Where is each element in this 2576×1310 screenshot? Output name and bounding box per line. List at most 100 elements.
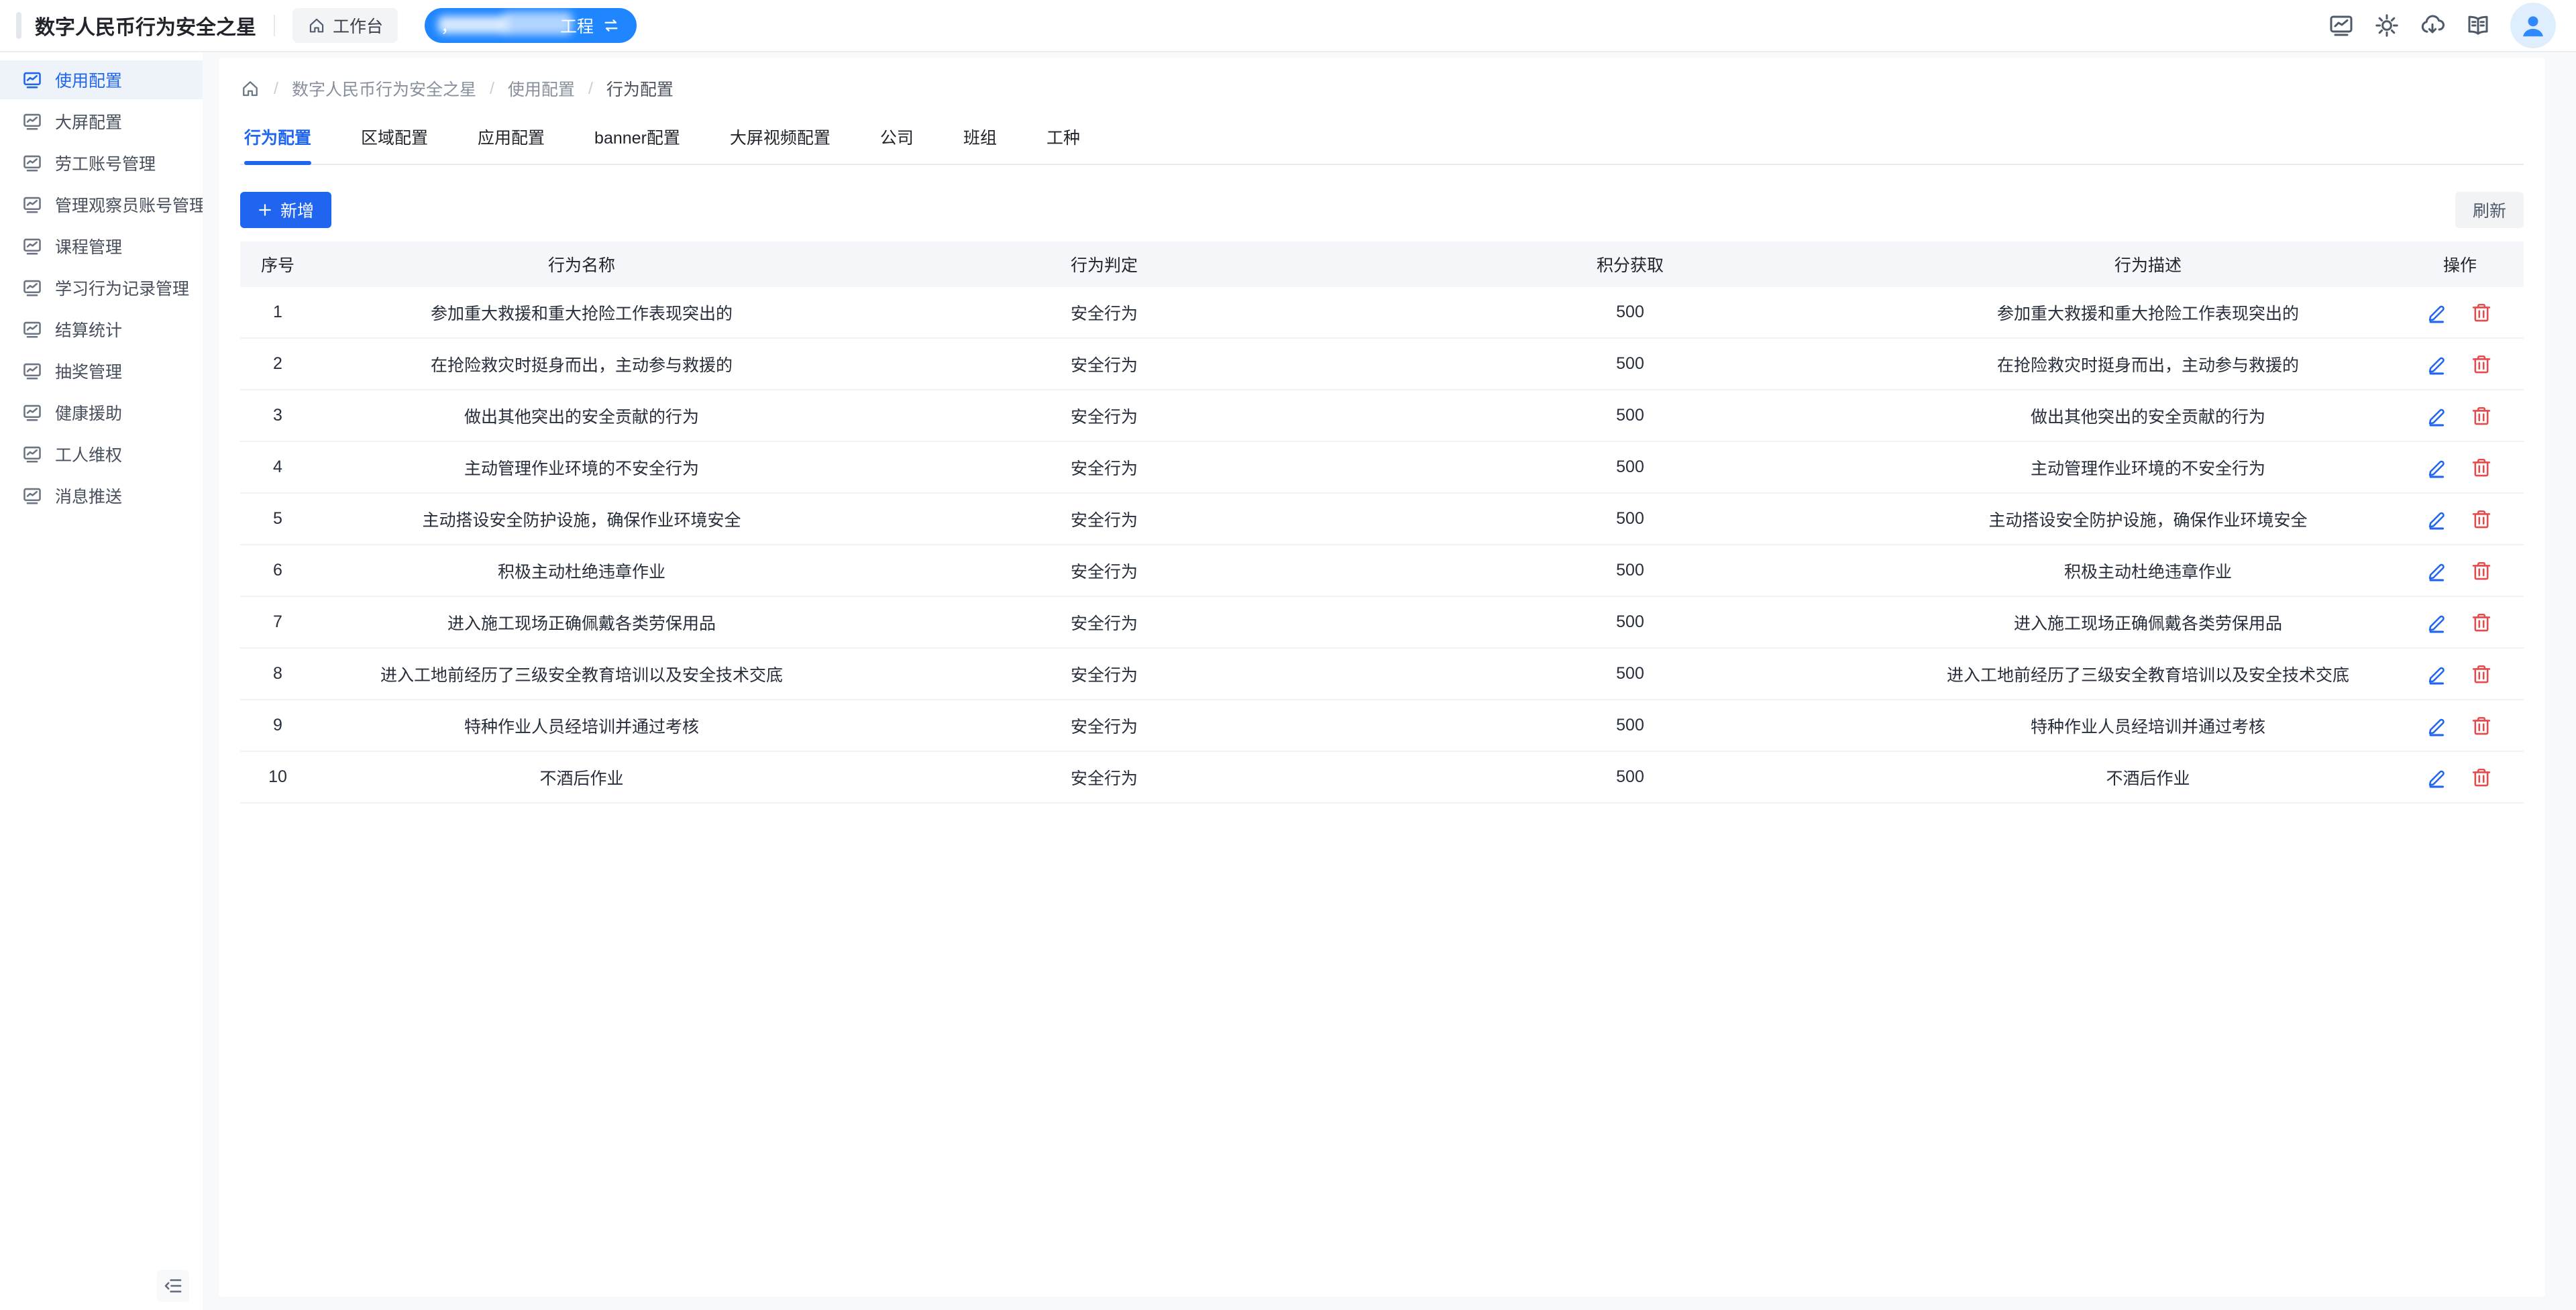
main-area: 使用配置 大屏配置 劳工账号管理 管理观察员账号管理 [0,52,2576,1310]
delete-icon[interactable] [2470,508,2493,531]
cell-seq: 5 [240,509,315,529]
project-name-suffix: 工程 [560,13,594,38]
home-icon[interactable] [240,78,260,99]
cell-judgment: 安全行为 [848,352,1360,376]
tab[interactable]: 区域配置 [361,125,428,164]
sidebar-item[interactable]: 消息推送 [0,476,203,515]
cell-description: 做出其他突出的安全贡献的行为 [1900,404,2396,428]
cell-points: 500 [1360,354,1900,374]
edit-icon[interactable] [2427,611,2450,634]
sidebar-item-label: 抽奖管理 [55,359,122,383]
cell-judgment: 安全行为 [848,662,1360,686]
edit-icon[interactable] [2427,663,2450,686]
delete-icon[interactable] [2470,301,2493,324]
cell-judgment: 安全行为 [848,404,1360,428]
content-card: / 数字人民币行为安全之星 / 使用配置 / 行为配置 行为配置 区域配置 应用… [219,58,2545,1297]
sidebar-item[interactable]: 劳工账号管理 [0,144,203,182]
table-row: 7 进入施工现场正确佩戴各类劳保用品 安全行为 500 进入施工现场正确佩戴各类… [240,597,2524,649]
cell-seq: 7 [240,612,315,632]
cell-behavior-name: 参加重大救援和重大抢险工作表现突出的 [315,301,848,325]
delete-icon[interactable] [2470,456,2493,479]
cloud-download-icon[interactable] [2419,12,2446,39]
plus-icon [258,203,272,217]
swap-icon [602,16,621,35]
delete-icon[interactable] [2470,404,2493,427]
cell-actions [2396,353,2524,376]
edit-icon[interactable] [2427,301,2450,324]
logo-placeholder [16,12,21,39]
sidebar-item[interactable]: 结算统计 [0,310,203,349]
edit-icon[interactable] [2427,456,2450,479]
tab[interactable]: 工种 [1046,125,1080,164]
screen-icon [21,235,43,257]
cell-points: 500 [1360,303,1900,322]
delete-icon[interactable] [2470,559,2493,582]
tab[interactable]: 大屏视频配置 [730,125,830,164]
breadcrumb: / 数字人民币行为安全之星 / 使用配置 / 行为配置 [240,74,2524,103]
workbench-button[interactable]: 工作台 [292,8,398,43]
project-prefix: ， [441,13,458,38]
cell-actions [2396,301,2524,324]
table-row: 2 在抢险救灾时挺身而出，主动参与救援的 安全行为 500 在抢险救灾时挺身而出… [240,339,2524,390]
edit-icon[interactable] [2427,508,2450,531]
delete-icon[interactable] [2470,611,2493,634]
sidebar-collapse-button[interactable] [157,1270,189,1302]
table-row: 6 积极主动杜绝违章作业 安全行为 500 积极主动杜绝违章作业 [240,545,2524,597]
breadcrumb-item[interactable]: 使用配置 [508,76,575,101]
tab[interactable]: 行为配置 [244,125,311,164]
add-button[interactable]: 新增 [240,192,331,228]
cell-behavior-name: 进入工地前经历了三级安全教育培训以及安全技术交底 [315,662,848,686]
cell-behavior-name: 主动搭设安全防护设施，确保作业环境安全 [315,507,848,531]
cell-actions [2396,663,2524,686]
sidebar-item[interactable]: 课程管理 [0,227,203,266]
project-switcher-pill[interactable]: ， 工程 [425,8,637,43]
screen-icon [21,69,43,91]
user-avatar[interactable] [2510,3,2556,48]
sidebar-item[interactable]: 大屏配置 [0,102,203,141]
sidebar-item[interactable]: 管理观察员账号管理 [0,185,203,224]
book-icon[interactable] [2465,12,2491,39]
sidebar-item[interactable]: 抽奖管理 [0,351,203,390]
cell-behavior-name: 特种作业人员经培训并通过考核 [315,714,848,738]
behavior-table: 序号 行为名称 行为判定 积分获取 行为描述 操作 1 参加重大救援和重大抢险工… [240,241,2524,804]
monitor-chart-icon[interactable] [2328,12,2355,39]
tab[interactable]: 应用配置 [478,125,545,164]
header-actions: 操作 [2396,252,2524,276]
table-row: 10 不酒后作业 安全行为 500 不酒后作业 [240,752,2524,804]
cell-behavior-name: 进入施工现场正确佩戴各类劳保用品 [315,610,848,635]
sidebar-item-label: 工人维权 [55,442,122,466]
cell-seq: 9 [240,716,315,735]
edit-icon[interactable] [2427,404,2450,427]
screen-icon [21,443,43,465]
cell-seq: 8 [240,664,315,684]
sidebar-item-label: 健康援助 [55,400,122,425]
cell-points: 500 [1360,509,1900,529]
cell-actions [2396,766,2524,789]
sidebar-menu: 使用配置 大屏配置 劳工账号管理 管理观察员账号管理 [0,52,203,515]
delete-icon[interactable] [2470,353,2493,376]
tab[interactable]: 公司 [880,125,914,164]
edit-icon[interactable] [2427,559,2450,582]
sidebar-item[interactable]: 学习行为记录管理 [0,268,203,307]
breadcrumb-item[interactable]: 数字人民币行为安全之星 [292,76,476,101]
edit-icon[interactable] [2427,766,2450,789]
content-area: / 数字人民币行为安全之星 / 使用配置 / 行为配置 行为配置 区域配置 应用… [203,52,2576,1310]
delete-icon[interactable] [2470,766,2493,789]
tab[interactable]: 班组 [963,125,997,164]
delete-icon[interactable] [2470,663,2493,686]
cell-points: 500 [1360,561,1900,580]
cell-description: 主动搭设安全防护设施，确保作业环境安全 [1900,507,2396,531]
table-body: 1 参加重大救援和重大抢险工作表现突出的 安全行为 500 参加重大救援和重大抢… [240,287,2524,804]
cell-description: 进入施工现场正确佩戴各类劳保用品 [1900,610,2396,635]
gear-icon[interactable] [2373,12,2400,39]
sidebar-item[interactable]: 使用配置 [0,60,203,99]
screen-icon [21,319,43,340]
tab[interactable]: banner配置 [594,125,680,164]
delete-icon[interactable] [2470,714,2493,737]
sidebar-item[interactable]: 工人维权 [0,435,203,474]
edit-icon[interactable] [2427,353,2450,376]
cell-description: 参加重大救援和重大抢险工作表现突出的 [1900,301,2396,325]
sidebar-item[interactable]: 健康援助 [0,393,203,432]
refresh-button[interactable]: 刷新 [2455,192,2524,228]
edit-icon[interactable] [2427,714,2450,737]
